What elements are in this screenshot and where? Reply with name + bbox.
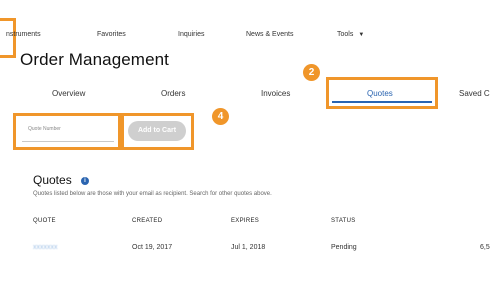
quote-number-input-underline <box>22 141 114 142</box>
column-header-status: STATUS <box>331 218 356 224</box>
quotes-section-subtitle: Quotes listed below are those with your … <box>33 191 272 197</box>
nav-item-tools-label: Tools <box>337 31 354 38</box>
quote-number-input[interactable]: Quote Number <box>28 126 61 132</box>
chevron-down-icon: ▼ <box>358 32 365 38</box>
nav-item-favorites[interactable]: Favorites <box>97 31 126 38</box>
nav-item-news-events[interactable]: News & Events <box>246 31 293 38</box>
tab-saved[interactable]: Saved C <box>459 89 490 98</box>
quotes-tab-highlight-box <box>326 77 438 109</box>
column-header-created: CREATED <box>132 218 163 224</box>
nav-item-tools[interactable]: Tools ▼ <box>337 31 364 38</box>
tab-orders[interactable]: Orders <box>161 89 185 98</box>
status-value: Pending <box>331 244 357 251</box>
step-badge-4: 4 <box>212 108 229 125</box>
page-title: Order Management <box>20 50 170 69</box>
column-header-expires: EXPIRES <box>231 218 260 224</box>
created-date: Oct 19, 2017 <box>132 244 173 251</box>
nav-item-inquiries[interactable]: Inquiries <box>178 31 204 38</box>
tab-invoices[interactable]: Invoices <box>261 89 290 98</box>
quotes-section-title: Quotes <box>33 173 72 187</box>
quote-number-link[interactable]: xxxxxxx <box>33 244 58 251</box>
column-header-quote: QUOTE <box>33 218 56 224</box>
tab-overview[interactable]: Overview <box>52 89 85 98</box>
add-to-cart-button[interactable]: Add to Cart <box>128 121 186 141</box>
expires-date: Jul 1, 2018 <box>231 244 266 251</box>
nav-highlight-box <box>0 18 16 58</box>
amount-value: 6,5 <box>480 244 490 251</box>
nav-item-instruments[interactable]: nstruments <box>6 31 41 38</box>
info-icon[interactable]: i <box>81 177 89 185</box>
step-badge-2: 2 <box>303 64 320 81</box>
